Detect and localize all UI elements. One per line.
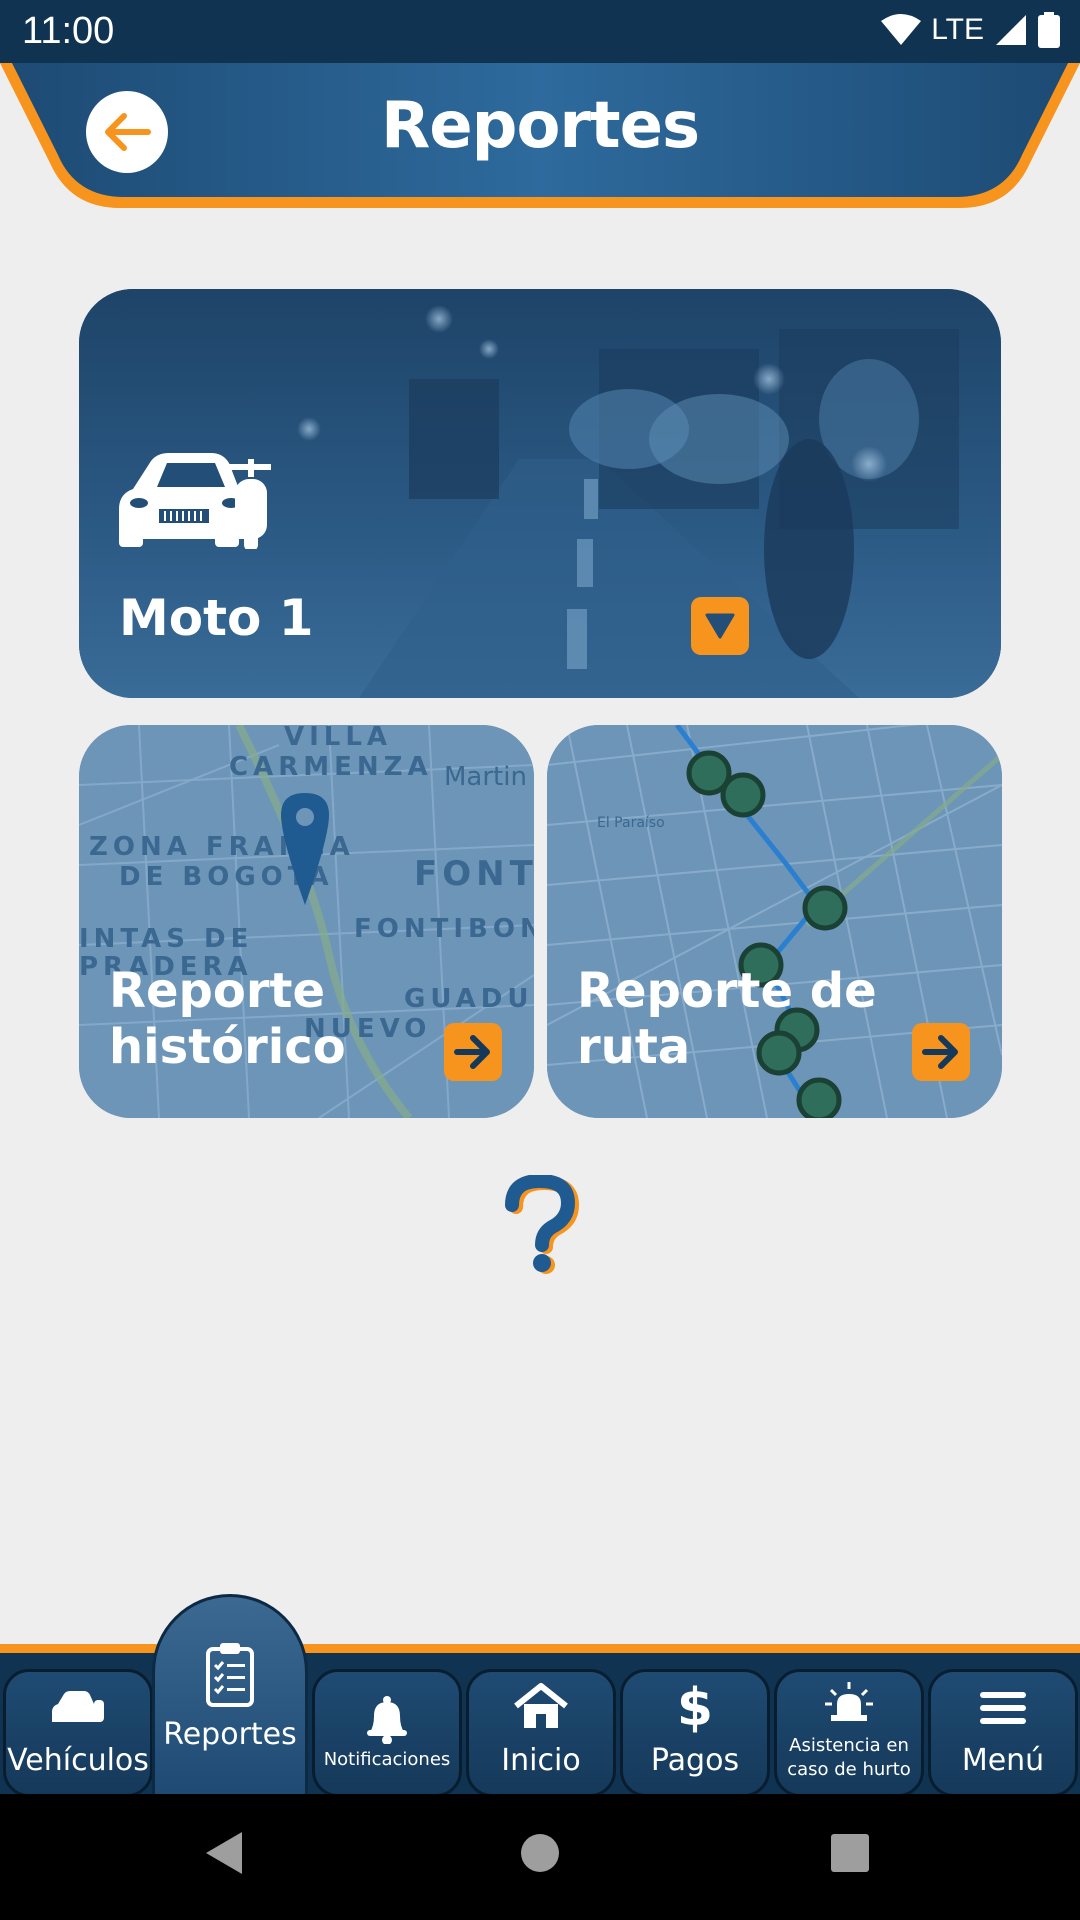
map-label-quintas: INTAS DE [79,924,253,954]
route-report-card[interactable]: El Paraíso Reporte de ruta [547,725,1002,1118]
nav-label: Inicio [501,1743,581,1778]
dollar-icon: $ [676,1678,714,1738]
nav-label-line1: Asistencia en [789,1735,909,1756]
vehicle-name: Moto 1 [119,589,314,647]
historic-report-arrow-button[interactable] [444,1023,502,1081]
wifi-icon [881,14,922,45]
nav-label: Menú [961,1743,1045,1778]
arrow-right-icon [454,1035,490,1069]
map-label-paraiso: El Paraíso [597,815,665,831]
system-home-icon[interactable] [520,1830,560,1876]
hamburger-icon [980,1692,1026,1724]
signal-icon [996,15,1026,45]
clipboard-icon [206,1643,254,1707]
vehicle-card[interactable]: Moto 1 [79,289,1001,698]
status-time: 11:00 [22,10,115,52]
car-moto-icon [52,1691,104,1722]
historic-report-label-line1: Reporte [109,963,326,1019]
route-report-label-line1: Reporte de [577,963,877,1019]
map-label-villa: VILLA [284,725,392,752]
map-label-font: FONT [414,854,534,894]
nav-notifications[interactable]: Notificaciones [312,1669,462,1797]
route-report-label-line2: ruta [577,1019,691,1075]
nav-reports[interactable]: Reportes [152,1594,308,1794]
nav-home[interactable]: Inicio [466,1669,616,1797]
nav-label: Notificaciones [323,1749,451,1770]
nav-vehicles[interactable]: Vehículos [3,1669,153,1797]
map-label-carmenza: CARMENZA [229,752,433,782]
question-icon [505,1173,580,1274]
alarm-icon [825,1682,873,1721]
nav-menu[interactable]: Menú [928,1669,1078,1797]
status-icons: LTE [881,12,1060,48]
triangle-down-icon [705,613,735,639]
arrow-right-icon [922,1035,958,1069]
network-label: LTE [931,13,984,46]
header: Reportes [0,63,1080,213]
status-bar: 11:00 LTE [0,0,1080,63]
car-moto-icon [111,439,271,553]
vehicle-dropdown-button[interactable] [691,597,749,655]
nav-label: Pagos [650,1743,740,1778]
map-label-martin: Martin [444,762,527,792]
system-navigation-bar [0,1794,1080,1920]
bell-icon [367,1696,407,1744]
historic-report-label: Reporte histórico [109,963,439,1075]
nav-payments[interactable]: $ Pagos [620,1669,770,1797]
nav-label: Vehículos [7,1743,149,1778]
historic-report-label-line2: histórico [109,1019,346,1075]
nav-theft-assistance[interactable]: Asistencia en caso de hurto [774,1669,924,1797]
battery-icon [1038,12,1060,48]
map-label-fontibon: FONTIBON [354,914,534,944]
page-title: Reportes [380,89,700,163]
nav-label: Reportes [163,1717,297,1752]
nav-label-line2: caso de hurto [787,1759,911,1780]
historic-report-card[interactable]: VILLA CARMENZA ZONA FRANCA DE BOGOTA FON… [79,725,534,1118]
system-back-icon[interactable] [204,1830,244,1876]
nav-label: Asistencia en caso de hurto [777,1734,921,1782]
home-icon [514,1683,568,1728]
system-recents-icon[interactable] [830,1830,870,1876]
help-button[interactable] [500,1173,580,1275]
route-report-label: Reporte de ruta [577,963,907,1075]
route-report-arrow-button[interactable] [912,1023,970,1081]
